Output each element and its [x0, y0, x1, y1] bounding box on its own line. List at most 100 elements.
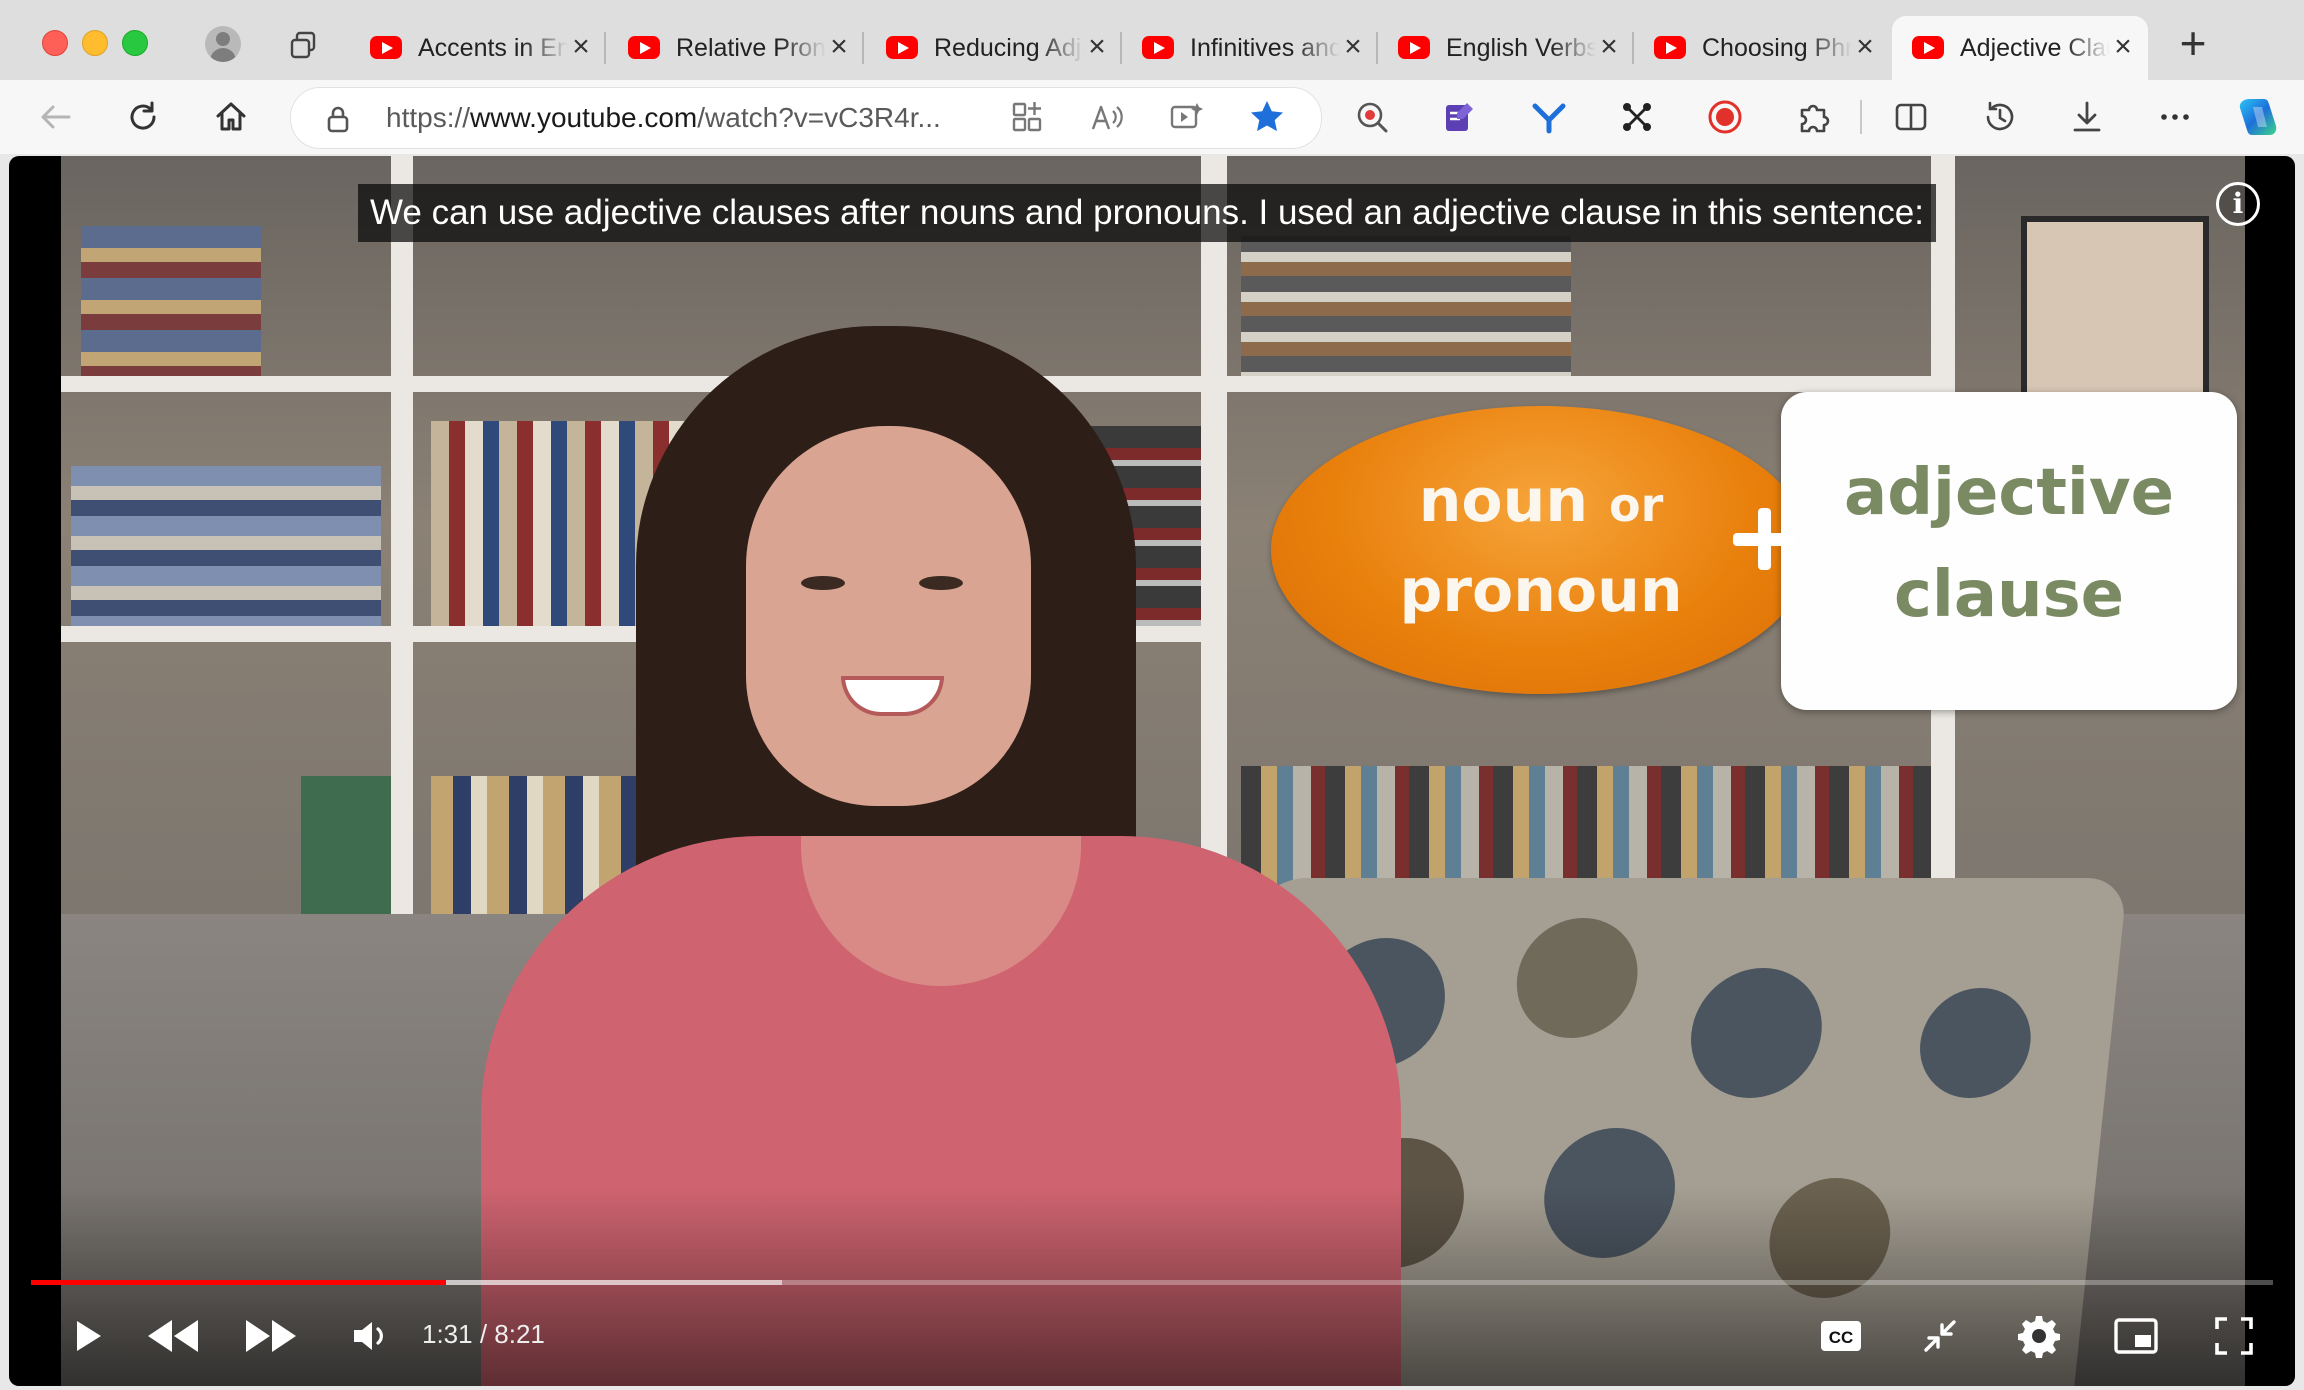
puzzle-piece-icon: [1800, 104, 1830, 133]
lock-icon[interactable]: [323, 104, 353, 134]
browser-window: Accents in English × Relative Pronouns ×…: [0, 0, 2304, 1390]
zoom-window-button[interactable]: [122, 30, 148, 56]
extension-nodes-button[interactable]: [1614, 94, 1660, 140]
tab-title: Relative Pronouns: [676, 34, 826, 62]
video-player[interactable]: noun or pronoun adjective clause We can …: [9, 156, 2295, 1386]
fast-forward-icon: [246, 1320, 296, 1352]
ellipsis-icon: [2161, 114, 2189, 120]
youtube-favicon-icon: [1142, 36, 1174, 59]
tab-strip: Accents in English × Relative Pronouns ×…: [0, 0, 2304, 80]
favorite-button[interactable]: [1244, 94, 1290, 140]
tab-title: Adjective Clauses: [1960, 34, 2110, 62]
tab-choosing-phrasal[interactable]: Choosing Phrasal ×: [1634, 16, 1890, 80]
app-available-button[interactable]: [1004, 94, 1050, 140]
youtube-favicon-icon: [628, 36, 660, 59]
plus-icon: [1729, 504, 1799, 574]
fast-forward-button[interactable]: [242, 1306, 302, 1366]
star-filled-icon: [1251, 101, 1283, 132]
extensions-button[interactable]: [1790, 94, 1836, 140]
reload-button[interactable]: [120, 94, 166, 140]
close-window-button[interactable]: [42, 30, 68, 56]
tab-close-icon[interactable]: ×: [1082, 30, 1112, 64]
exit-zoom-button[interactable]: [1910, 1306, 1970, 1366]
youtube-favicon-icon: [1912, 36, 1944, 59]
youtube-favicon-icon: [370, 36, 402, 59]
split-screen-icon: [1895, 103, 1927, 131]
tab-adjective-clauses[interactable]: Adjective Clauses ×: [1892, 16, 2148, 80]
workspaces-icon[interactable]: [288, 30, 318, 60]
home-button[interactable]: [208, 94, 254, 140]
progress-bar[interactable]: [31, 1280, 2273, 1285]
extension-y-button[interactable]: [1526, 94, 1572, 140]
rewind-button[interactable]: [142, 1306, 202, 1366]
youtube-favicon-icon: [1398, 36, 1430, 59]
tab-english-verbs[interactable]: English Verbs ×: [1378, 16, 1634, 80]
tab-title: Infinitives and: [1190, 34, 1340, 62]
browser-toolbar: https://www.youtube.com/watch?v=vC3R4r..…: [0, 80, 2304, 225]
volume-button[interactable]: [340, 1306, 400, 1366]
tab-close-icon[interactable]: ×: [566, 30, 596, 64]
video-translate-icon: [1170, 103, 1203, 129]
overlay-word-clause: clause: [1893, 558, 2125, 632]
tab-title: Reducing Adjective: [934, 34, 1084, 62]
url-host: www.youtube.com: [470, 102, 698, 133]
extension-search-button[interactable]: [1350, 94, 1396, 140]
played-bar: [31, 1280, 446, 1285]
read-aloud-button[interactable]: [1084, 94, 1130, 140]
play-icon: [77, 1321, 101, 1351]
back-arrow-icon: [41, 105, 71, 129]
info-card-icon[interactable]: i: [2216, 182, 2260, 226]
url-path: /watch?v=vC3R4r...: [697, 102, 941, 133]
back-button[interactable]: [33, 94, 79, 140]
play-button[interactable]: [57, 1306, 117, 1366]
y-logo-icon: [1532, 103, 1566, 134]
miniplayer-button[interactable]: [2106, 1306, 2166, 1366]
volume-icon: [354, 1322, 383, 1350]
downloads-button[interactable]: [2064, 94, 2110, 140]
new-tab-button[interactable]: +: [2170, 20, 2216, 68]
overlay-word-adjective: adjective: [1844, 456, 2174, 530]
fullscreen-button[interactable]: [2204, 1306, 2264, 1366]
copilot-icon: [2239, 99, 2277, 135]
extension-notes-button[interactable]: [1437, 94, 1483, 140]
tab-reducing-adjective[interactable]: Reducing Adjective ×: [866, 16, 1122, 80]
svg-text:CC: CC: [1829, 1328, 1854, 1347]
closed-captions-icon: CC: [1821, 1321, 1861, 1351]
video-translate-button[interactable]: [1164, 94, 1210, 140]
settings-button[interactable]: [2009, 1306, 2069, 1366]
extension-record-button[interactable]: [1702, 94, 1748, 140]
nodes-icon: [1623, 103, 1651, 131]
tab-close-icon[interactable]: ×: [1594, 30, 1624, 64]
tab-close-icon[interactable]: ×: [1338, 30, 1368, 64]
tab-title: Choosing Phrasal: [1702, 34, 1852, 62]
video-caption: We can use adjective clauses after nouns…: [358, 184, 1936, 242]
tab-relative-pronouns[interactable]: Relative Pronouns ×: [608, 16, 864, 80]
overlay-word-or: or: [1608, 478, 1664, 532]
miniplayer-icon: [2114, 1318, 2158, 1354]
history-icon: [1986, 101, 2014, 131]
more-menu-button[interactable]: [2152, 94, 2198, 140]
captions-button[interactable]: CC: [1811, 1306, 1871, 1366]
tab-close-icon[interactable]: ×: [2108, 30, 2138, 64]
download-icon: [2073, 101, 2101, 132]
notes-extension-icon: [1446, 103, 1473, 131]
overlay-word-noun: noun: [1418, 466, 1589, 536]
presenter-face: [746, 426, 1031, 806]
history-button[interactable]: [1977, 94, 2023, 140]
tab-accents-in-english[interactable]: Accents in English ×: [350, 16, 606, 80]
tab-title: English Verbs: [1446, 34, 1596, 62]
home-icon: [216, 102, 246, 131]
reload-icon: [130, 101, 156, 130]
time-display: 1:31 / 8:21: [422, 1319, 545, 1349]
tab-close-icon[interactable]: ×: [1850, 30, 1880, 64]
tab-close-icon[interactable]: ×: [824, 30, 854, 64]
copilot-button[interactable]: [2235, 94, 2281, 140]
youtube-favicon-icon: [1654, 36, 1686, 59]
tab-infinitives[interactable]: Infinitives and ×: [1122, 16, 1378, 80]
minimize-window-button[interactable]: [82, 30, 108, 56]
url-text[interactable]: https://www.youtube.com/watch?v=vC3R4r..…: [386, 102, 941, 134]
profile-avatar-icon[interactable]: [205, 26, 241, 62]
url-scheme: https://: [386, 102, 471, 133]
fullscreen-icon: [2215, 1317, 2253, 1355]
split-screen-button[interactable]: [1888, 94, 1934, 140]
